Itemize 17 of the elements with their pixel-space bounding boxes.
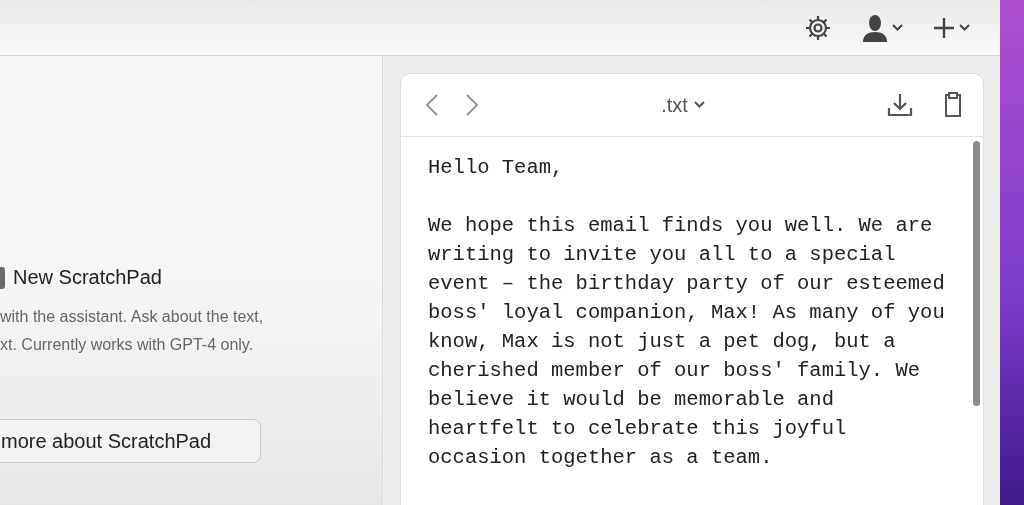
clipboard-icon[interactable]	[943, 92, 963, 118]
download-icon[interactable]	[887, 93, 913, 117]
back-icon[interactable]	[425, 93, 439, 117]
learn-more-button[interactable]: more about ScratchPad	[0, 419, 261, 463]
panel-description: with the assistant. Ask about the text, xt. Currently works with GPT-4 only.	[0, 307, 265, 355]
chevron-down-icon[interactable]	[892, 23, 903, 32]
settings-icon[interactable]	[804, 13, 832, 42]
caret-icon[interactable]	[693, 101, 705, 109]
text-paragraph: Hello Team,	[428, 155, 565, 181]
panel-title: New ScratchPad	[13, 266, 162, 289]
forward-icon[interactable]	[465, 93, 479, 117]
file-type-dropdown[interactable]: .txt	[479, 92, 887, 118]
chevron-down-icon[interactable]	[959, 23, 970, 32]
plus-icon[interactable]	[933, 16, 955, 39]
scrollbar[interactable]	[973, 141, 980, 406]
text-paragraph: We hope this email finds you well. We are writing to invite you all to a special event – the birthday party of our esteemed boss' loyal companion, Max! As many of you know, Max is not just a pet dog, but a cherished member of our boss' family. We believe it would be memorable and heartfelt to celebrate this joyful occasion together as a team.	[428, 213, 946, 471]
user-icon[interactable]	[862, 13, 888, 42]
